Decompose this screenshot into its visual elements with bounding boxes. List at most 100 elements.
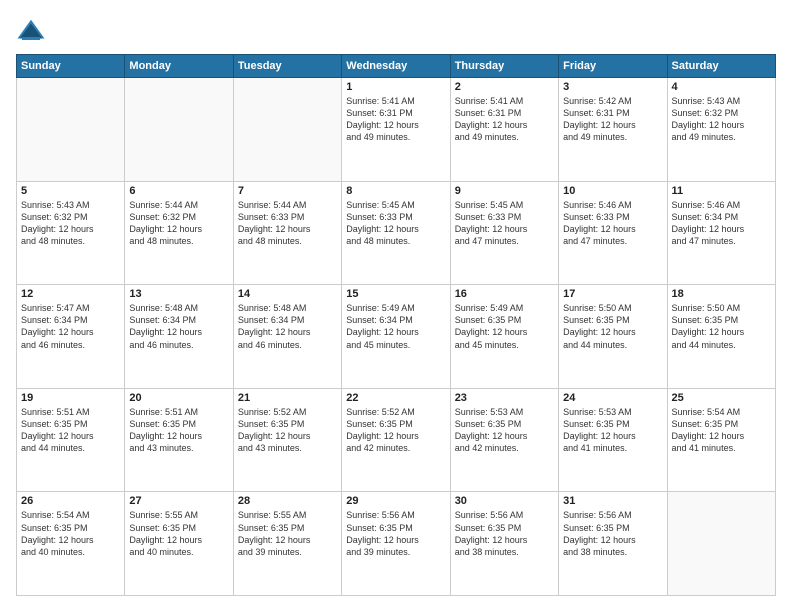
day-number: 27 <box>129 495 228 507</box>
weekday-header-friday: Friday <box>559 55 667 78</box>
day-number: 19 <box>21 392 120 404</box>
day-number: 18 <box>672 288 771 300</box>
calendar-cell: 31Sunrise: 5:56 AM Sunset: 6:35 PM Dayli… <box>559 492 667 596</box>
day-number: 24 <box>563 392 662 404</box>
calendar-header-row: SundayMondayTuesdayWednesdayThursdayFrid… <box>17 55 776 78</box>
weekday-header-saturday: Saturday <box>667 55 775 78</box>
day-info: Sunrise: 5:43 AM Sunset: 6:32 PM Dayligh… <box>21 199 120 248</box>
day-info: Sunrise: 5:53 AM Sunset: 6:35 PM Dayligh… <box>563 406 662 455</box>
day-number: 17 <box>563 288 662 300</box>
day-info: Sunrise: 5:55 AM Sunset: 6:35 PM Dayligh… <box>129 509 228 558</box>
logo <box>16 16 50 46</box>
calendar-week-row: 12 Sunrise: 5:47 AM Sunset: 6:34 PM Dayli… <box>17 285 776 389</box>
day-number: 11 <box>672 185 771 197</box>
logo-icon <box>16 16 46 46</box>
calendar-table: SundayMondayTuesdayWednesdayThursdayFrid… <box>16 54 776 596</box>
calendar-cell: 11 Sunrise: 5:46 AM Sunset: 6:34 PM Dayli… <box>667 181 775 285</box>
calendar-cell: 8 Sunrise: 5:45 AM Sunset: 6:33 PM Daylig… <box>342 181 450 285</box>
calendar-cell <box>17 78 125 182</box>
day-info: Sunrise: 5:47 AM Sunset: 6:34 PM Dayligh… <box>21 302 120 351</box>
day-info: Sunrise: 5:53 AM Sunset: 6:35 PM Dayligh… <box>455 406 554 455</box>
day-info: Sunrise: 5:52 AM Sunset: 6:35 PM Dayligh… <box>238 406 337 455</box>
day-info: Sunrise: 5:46 AM Sunset: 6:33 PM Dayligh… <box>563 199 662 248</box>
day-number: 14 <box>238 288 337 300</box>
day-number: 31 <box>563 495 662 507</box>
day-info: Sunrise: 5:50 AM Sunset: 6:35 PM Dayligh… <box>672 302 771 351</box>
calendar-cell: 20 Sunrise: 5:51 AM Sunset: 6:35 PM Dayli… <box>125 388 233 492</box>
day-info: Sunrise: 5:41 AM Sunset: 6:31 PM Dayligh… <box>346 95 445 144</box>
calendar-cell: 24 Sunrise: 5:53 AM Sunset: 6:35 PM Dayli… <box>559 388 667 492</box>
day-info: Sunrise: 5:50 AM Sunset: 6:35 PM Dayligh… <box>563 302 662 351</box>
day-info: Sunrise: 5:56 AM Sunset: 6:35 PM Dayligh… <box>346 509 445 558</box>
weekday-header-sunday: Sunday <box>17 55 125 78</box>
day-info: Sunrise: 5:46 AM Sunset: 6:34 PM Dayligh… <box>672 199 771 248</box>
day-info: Sunrise: 5:51 AM Sunset: 6:35 PM Dayligh… <box>129 406 228 455</box>
calendar-cell <box>667 492 775 596</box>
day-info: Sunrise: 5:44 AM Sunset: 6:33 PM Dayligh… <box>238 199 337 248</box>
day-info: Sunrise: 5:48 AM Sunset: 6:34 PM Dayligh… <box>129 302 228 351</box>
calendar-cell: 18 Sunrise: 5:50 AM Sunset: 6:35 PM Dayli… <box>667 285 775 389</box>
day-info: Sunrise: 5:41 AM Sunset: 6:31 PM Dayligh… <box>455 95 554 144</box>
calendar-cell: 19 Sunrise: 5:51 AM Sunset: 6:35 PM Dayli… <box>17 388 125 492</box>
weekday-header-wednesday: Wednesday <box>342 55 450 78</box>
day-number: 21 <box>238 392 337 404</box>
calendar-cell: 6Sunrise: 5:44 AM Sunset: 6:32 PM Daylig… <box>125 181 233 285</box>
calendar-cell: 15Sunrise: 5:49 AM Sunset: 6:34 PM Dayli… <box>342 285 450 389</box>
calendar-cell: 25Sunrise: 5:54 AM Sunset: 6:35 PM Dayli… <box>667 388 775 492</box>
calendar-cell: 21 Sunrise: 5:52 AM Sunset: 6:35 PM Dayli… <box>233 388 341 492</box>
day-number: 23 <box>455 392 554 404</box>
calendar-cell: 23 Sunrise: 5:53 AM Sunset: 6:35 PM Dayli… <box>450 388 558 492</box>
weekday-header-thursday: Thursday <box>450 55 558 78</box>
calendar-cell: 28Sunrise: 5:55 AM Sunset: 6:35 PM Dayli… <box>233 492 341 596</box>
calendar-week-row: 26Sunrise: 5:54 AM Sunset: 6:35 PM Dayli… <box>17 492 776 596</box>
calendar-cell: 27 Sunrise: 5:55 AM Sunset: 6:35 PM Dayli… <box>125 492 233 596</box>
day-number: 7 <box>238 185 337 197</box>
calendar-cell: 22 Sunrise: 5:52 AM Sunset: 6:35 PM Dayli… <box>342 388 450 492</box>
day-info: Sunrise: 5:42 AM Sunset: 6:31 PM Dayligh… <box>563 95 662 144</box>
calendar-cell: 10 Sunrise: 5:46 AM Sunset: 6:33 PM Dayli… <box>559 181 667 285</box>
day-number: 26 <box>21 495 120 507</box>
page: SundayMondayTuesdayWednesdayThursdayFrid… <box>0 0 792 612</box>
calendar-cell: 9 Sunrise: 5:45 AM Sunset: 6:33 PM Daylig… <box>450 181 558 285</box>
calendar-cell: 5 Sunrise: 5:43 AM Sunset: 6:32 PM Daylig… <box>17 181 125 285</box>
calendar-cell: 3 Sunrise: 5:42 AM Sunset: 6:31 PM Daylig… <box>559 78 667 182</box>
day-number: 12 <box>21 288 120 300</box>
day-info: Sunrise: 5:45 AM Sunset: 6:33 PM Dayligh… <box>455 199 554 248</box>
day-number: 2 <box>455 81 554 93</box>
day-info: Sunrise: 5:55 AM Sunset: 6:35 PM Dayligh… <box>238 509 337 558</box>
calendar-week-row: 1 Sunrise: 5:41 AM Sunset: 6:31 PM Daylig… <box>17 78 776 182</box>
day-number: 22 <box>346 392 445 404</box>
day-number: 13 <box>129 288 228 300</box>
day-number: 8 <box>346 185 445 197</box>
day-number: 15 <box>346 288 445 300</box>
day-number: 16 <box>455 288 554 300</box>
calendar-cell: 14 Sunrise: 5:48 AM Sunset: 6:34 PM Dayli… <box>233 285 341 389</box>
day-number: 20 <box>129 392 228 404</box>
day-info: Sunrise: 5:43 AM Sunset: 6:32 PM Dayligh… <box>672 95 771 144</box>
calendar-cell: 16Sunrise: 5:49 AM Sunset: 6:35 PM Dayli… <box>450 285 558 389</box>
calendar-cell: 30Sunrise: 5:56 AM Sunset: 6:35 PM Dayli… <box>450 492 558 596</box>
calendar-cell: 29 Sunrise: 5:56 AM Sunset: 6:35 PM Dayli… <box>342 492 450 596</box>
day-info: Sunrise: 5:56 AM Sunset: 6:35 PM Dayligh… <box>455 509 554 558</box>
day-number: 10 <box>563 185 662 197</box>
calendar-cell: 12 Sunrise: 5:47 AM Sunset: 6:34 PM Dayli… <box>17 285 125 389</box>
day-info: Sunrise: 5:52 AM Sunset: 6:35 PM Dayligh… <box>346 406 445 455</box>
day-number: 29 <box>346 495 445 507</box>
calendar-cell <box>233 78 341 182</box>
day-number: 1 <box>346 81 445 93</box>
calendar-cell: 1 Sunrise: 5:41 AM Sunset: 6:31 PM Daylig… <box>342 78 450 182</box>
header <box>16 16 776 46</box>
calendar-week-row: 19 Sunrise: 5:51 AM Sunset: 6:35 PM Dayli… <box>17 388 776 492</box>
day-number: 3 <box>563 81 662 93</box>
day-info: Sunrise: 5:45 AM Sunset: 6:33 PM Dayligh… <box>346 199 445 248</box>
calendar-cell <box>125 78 233 182</box>
weekday-header-tuesday: Tuesday <box>233 55 341 78</box>
calendar-cell: 7 Sunrise: 5:44 AM Sunset: 6:33 PM Daylig… <box>233 181 341 285</box>
day-info: Sunrise: 5:51 AM Sunset: 6:35 PM Dayligh… <box>21 406 120 455</box>
day-info: Sunrise: 5:54 AM Sunset: 6:35 PM Dayligh… <box>672 406 771 455</box>
day-info: Sunrise: 5:48 AM Sunset: 6:34 PM Dayligh… <box>238 302 337 351</box>
day-number: 4 <box>672 81 771 93</box>
day-number: 5 <box>21 185 120 197</box>
day-number: 9 <box>455 185 554 197</box>
day-info: Sunrise: 5:44 AM Sunset: 6:32 PM Dayligh… <box>129 199 228 248</box>
